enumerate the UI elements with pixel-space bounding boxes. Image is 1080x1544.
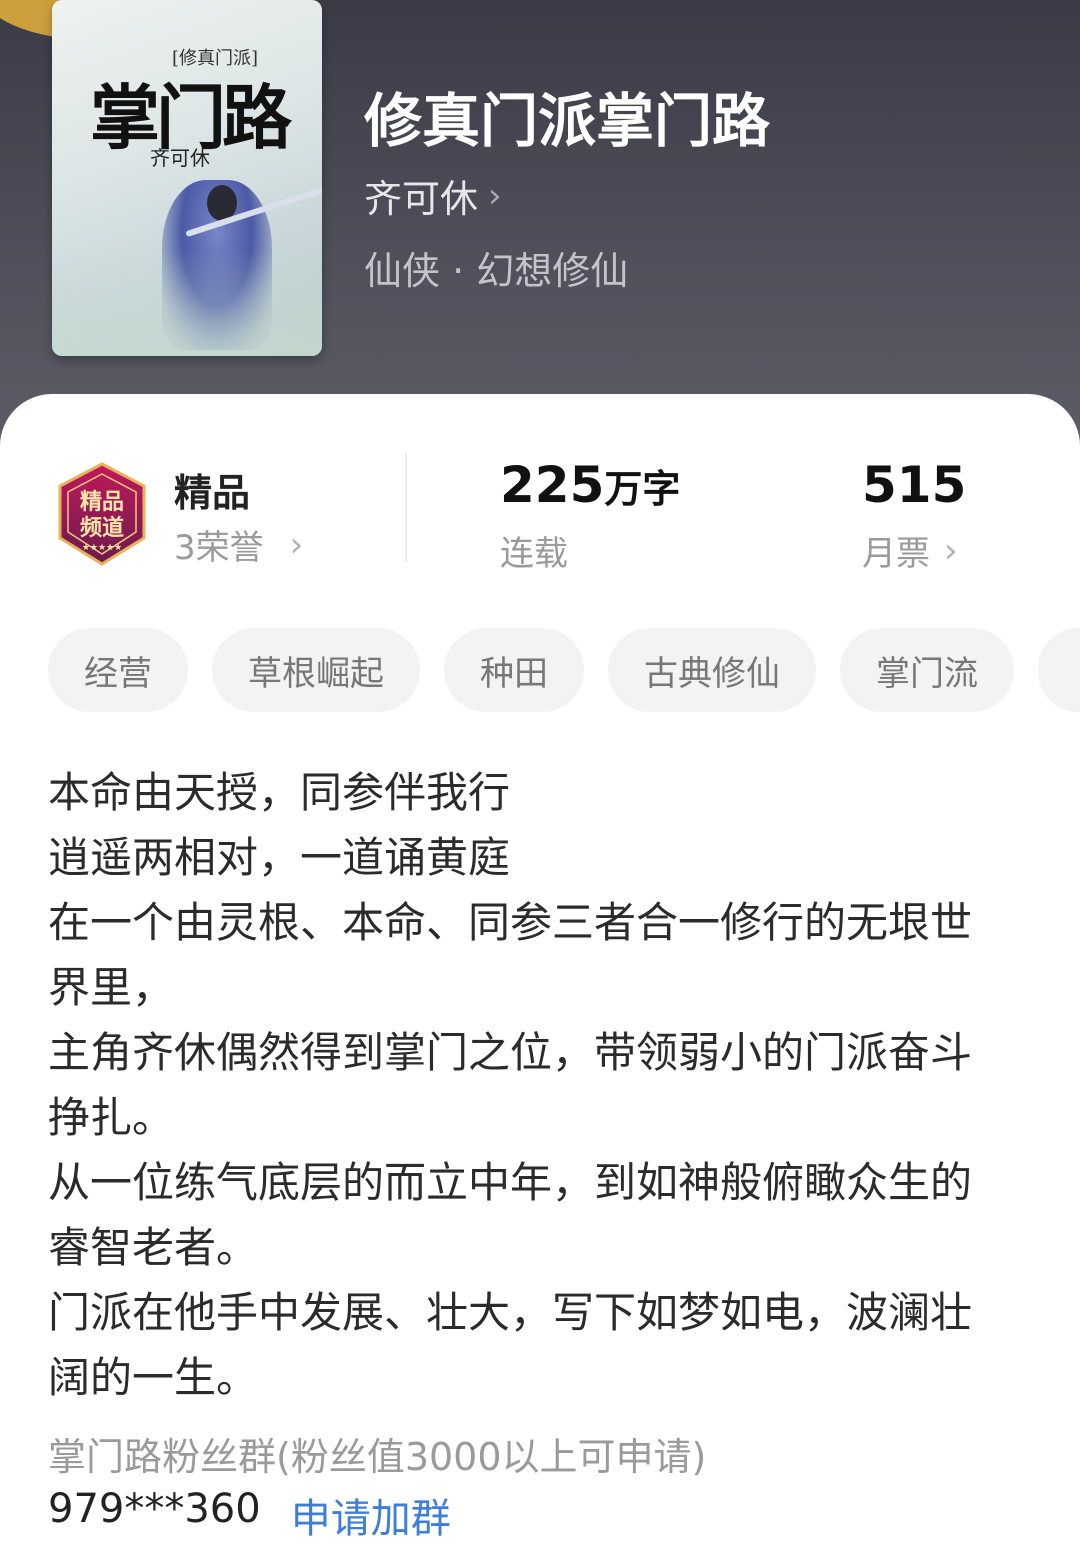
tag-chip[interactable]: 草根崛起 (212, 628, 420, 712)
tag-chip[interactable]: 种田 (444, 628, 584, 712)
fan-group-number: 979***360 (48, 1486, 261, 1532)
quality-label: 精品 (174, 471, 251, 515)
tag-chip[interactable]: 掌门流 (840, 628, 1014, 712)
fan-group-row: 979***360 申请加群 (48, 1486, 451, 1544)
description-line: 主角齐休偶然得到掌门之位，带领弱小的门派奋斗挣扎。 (48, 1028, 973, 1142)
description-line: 从一位练气底层的而立中年，到如神般俯瞰众生的睿智老者。 (48, 1158, 973, 1272)
cover-mist (52, 250, 322, 356)
book-title: 修真门派掌门路 (364, 87, 771, 155)
jingpin-pindao-badge-icon: 精品 频道 ★★★★★ (52, 462, 152, 566)
author-link[interactable]: 齐可休 › (364, 168, 502, 223)
chevron-right-icon: › (488, 175, 502, 216)
description-line: 门派在他手中发展、壮大，写下如梦如电，波澜壮阔的一生。 (48, 1288, 973, 1402)
word-count-number: 225 (500, 456, 605, 514)
word-count: 225万字 (500, 456, 680, 514)
svg-text:★★★★★: ★★★★★ (82, 543, 122, 553)
honors-label: 3荣誉 (174, 528, 264, 568)
description-line: 逍遥两相对，一道诵黄庭 (48, 833, 511, 882)
monthly-votes-link[interactable]: 月票 › (862, 526, 958, 575)
chevron-right-icon: › (289, 524, 304, 565)
tag-chip[interactable]: 经营 (48, 628, 188, 712)
author-name: 齐可休 (364, 177, 479, 221)
monthly-votes: 515 (862, 456, 967, 514)
honors-link[interactable]: 3荣誉 › (174, 520, 303, 569)
status-label-text: 连载 (500, 534, 568, 574)
monthly-votes-label: 月票 (862, 534, 930, 574)
tag-chip-partial[interactable] (1038, 628, 1080, 712)
book-genre: 仙侠 · 幻想修仙 (364, 249, 629, 293)
svg-text:频道: 频道 (80, 515, 124, 541)
svg-text:精品: 精品 (80, 489, 124, 515)
book-cover-image[interactable]: [修真门派] 掌门路 齐可休 (52, 0, 322, 356)
status-label: 连载 (500, 526, 568, 575)
book-description: 本命由天授，同参伴我行 逍遥两相对，一道诵黄庭 在一个由灵根、本命、同参三者合一… (48, 760, 1008, 1410)
word-count-unit: 万字 (604, 467, 681, 511)
apply-join-group-link[interactable]: 申请加群 (291, 1486, 451, 1544)
stats-divider (405, 452, 407, 562)
chevron-right-icon: › (944, 530, 958, 571)
fan-group-label: 掌门路粉丝群(粉丝值3000以上可申请) (48, 1435, 707, 1479)
tag-chip[interactable]: 古典修仙 (608, 628, 816, 712)
cover-author-art: 齐可休 (150, 146, 210, 170)
description-line: 在一个由灵根、本命、同参三者合一修行的无垠世界里， (48, 898, 973, 1012)
description-line: 本命由天授，同参伴我行 (48, 768, 511, 817)
tag-list: 经营 草根崛起 种田 古典修仙 掌门流 (48, 628, 1080, 712)
